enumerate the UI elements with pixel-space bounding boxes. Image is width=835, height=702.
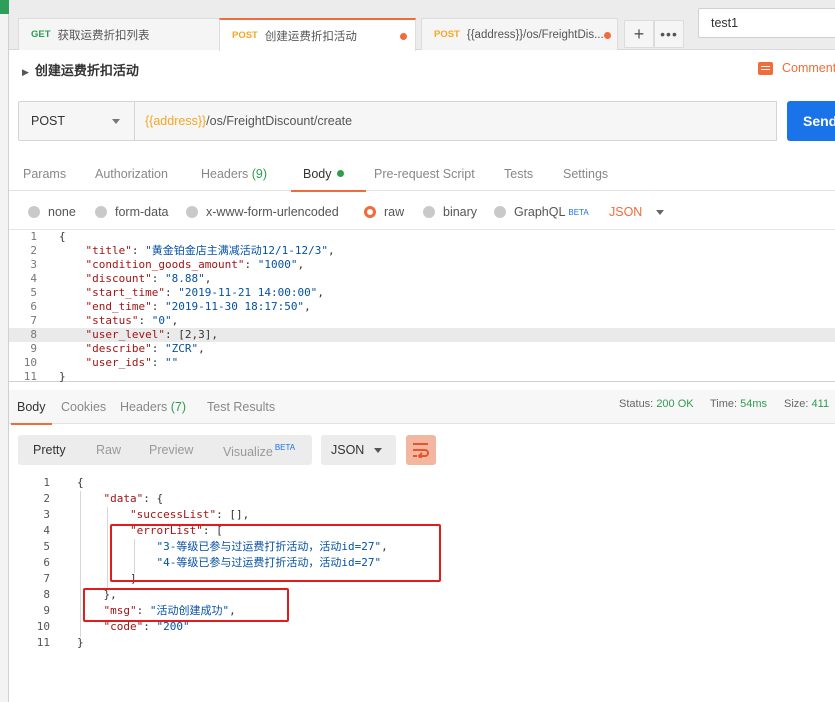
request-section-tabs: Params Authorization Headers (9) Body Pr… — [9, 158, 835, 192]
editor-line: 5 "start_time": "2019-11-21 14:00:00", — [30, 286, 324, 299]
caret-right-icon: ▶ — [22, 67, 29, 77]
plus-icon: + — [633, 23, 645, 44]
send-button[interactable]: Send — [787, 101, 835, 141]
body-option-urlencoded[interactable]: x-www-form-urlencoded — [186, 205, 339, 219]
editor-line: 6 "end_time": "2019-11-30 18:17:50", — [30, 300, 311, 313]
response-format-select[interactable]: JSON — [321, 435, 396, 465]
body-set-dot — [336, 170, 344, 177]
response-body: 1{ 2 "data": { 3 "successList": [], 4 "e… — [9, 475, 835, 702]
editor-line: 3 "condition_goods_amount": "1000", — [30, 258, 305, 271]
editor-line: 11} — [23, 370, 66, 383]
comments-label: Comments — [782, 61, 835, 75]
response-size: Size: 411 — [784, 398, 830, 410]
body-option-binary[interactable]: binary — [423, 205, 477, 219]
method-select[interactable]: POST — [18, 101, 135, 141]
request-tab-address[interactable]: POST {{address}}/os/FreightDis... — [421, 18, 618, 50]
request-body-editor[interactable]: 1{ 2 "title": "黄金铂金店主满减活动12/1-12/3", 3 "… — [9, 229, 835, 383]
more-icon: ••• — [660, 26, 678, 42]
tab-body[interactable]: Body — [291, 167, 365, 192]
method-value: POST — [31, 114, 66, 128]
response-line: 2 "data": { — [43, 492, 164, 505]
tab-headers[interactable]: Headers (9) — [201, 167, 267, 181]
response-line: 11} — [36, 636, 84, 649]
error-list-highlight-box — [110, 524, 441, 582]
body-option-form-data[interactable]: form-data — [95, 205, 169, 219]
body-format-select[interactable]: JSON — [609, 205, 665, 219]
msg-highlight-box — [83, 588, 289, 622]
tab-label: {{address}}/os/FreightDis... — [466, 28, 604, 41]
body-option-raw[interactable]: raw — [364, 205, 404, 219]
new-tab-button[interactable]: + — [624, 20, 654, 48]
wrap-lines-icon — [413, 443, 429, 458]
url-path: /os/FreightDiscount/create — [206, 114, 353, 128]
tab-authorization[interactable]: Authorization — [95, 167, 168, 181]
tab-params[interactable]: Params — [23, 167, 66, 181]
tab-method: POST — [434, 29, 460, 40]
url-input[interactable]: {{address}}/os/FreightDiscount/create — [134, 101, 777, 141]
sidebar-indicator — [0, 0, 9, 14]
editor-line: 1{ — [30, 230, 66, 243]
response-line: 1{ — [43, 476, 84, 489]
unsaved-dot — [604, 32, 611, 39]
comments-button[interactable]: Comments — [758, 61, 835, 75]
editor-line: 9 "describe": "ZCR", — [30, 342, 205, 355]
response-status: Status: 200 OK — [619, 398, 694, 410]
response-view-modes: Pretty Raw Preview Visualize BETA — [18, 435, 312, 465]
wrap-lines-button[interactable] — [406, 435, 436, 465]
chevron-down-icon — [112, 119, 120, 124]
tab-tests[interactable]: Tests — [504, 167, 533, 181]
response-tab-cookies[interactable]: Cookies — [61, 400, 106, 414]
request-tab-create[interactable]: POST 创建运费折扣活动 — [219, 18, 416, 51]
request-tab-get-list[interactable]: GET 获取运费折扣列表 — [18, 18, 223, 50]
response-time: Time: 54ms — [710, 398, 768, 410]
comment-icon — [758, 61, 773, 75]
view-pretty[interactable]: Pretty — [33, 443, 66, 457]
tab-method: POST — [232, 30, 258, 41]
response-line: 3 "successList": [], — [43, 508, 250, 521]
request-name[interactable]: ▶ 创建运费折扣活动 — [22, 60, 139, 79]
tab-label: 获取运费折扣列表 — [57, 29, 150, 42]
environment-select[interactable]: test1 — [698, 8, 835, 38]
response-tabs: Body Cookies Headers (7) Test Results St… — [9, 390, 835, 425]
view-raw[interactable]: Raw — [96, 443, 121, 457]
chevron-down-icon — [656, 209, 665, 215]
tab-method: GET — [31, 29, 51, 40]
chevron-down-icon — [374, 448, 382, 453]
response-tab-headers[interactable]: Headers (7) — [120, 400, 186, 414]
url-variable: {{address}} — [145, 114, 207, 128]
response-tab-test-results[interactable]: Test Results — [207, 400, 275, 414]
editor-line: 4 "discount": "8.88", — [30, 272, 212, 285]
response-tab-body[interactable]: Body — [11, 400, 51, 425]
editor-line-active: 8 "user_level": [2,3], — [9, 328, 835, 342]
tab-label: 创建运费折扣活动 — [264, 30, 357, 43]
view-visualize[interactable]: Visualize BETA — [223, 443, 295, 459]
view-preview[interactable]: Preview — [149, 443, 193, 457]
left-sidebar-strip — [0, 0, 9, 702]
body-option-graphql[interactable]: GraphQL BETA — [494, 205, 589, 219]
editor-line: 10 "user_ids": "" — [23, 356, 179, 369]
unsaved-dot — [400, 33, 407, 40]
editor-line: 2 "title": "黄金铂金店主满减活动12/1-12/3", — [30, 244, 335, 257]
tab-pre-request-script[interactable]: Pre-request Script — [374, 167, 475, 181]
tab-settings[interactable]: Settings — [563, 167, 608, 181]
editor-line: 7 "status": "0", — [30, 314, 179, 327]
request-title: 创建运费折扣活动 — [34, 63, 139, 78]
body-option-none[interactable]: none — [28, 205, 76, 219]
more-tabs-button[interactable]: ••• — [654, 20, 684, 48]
